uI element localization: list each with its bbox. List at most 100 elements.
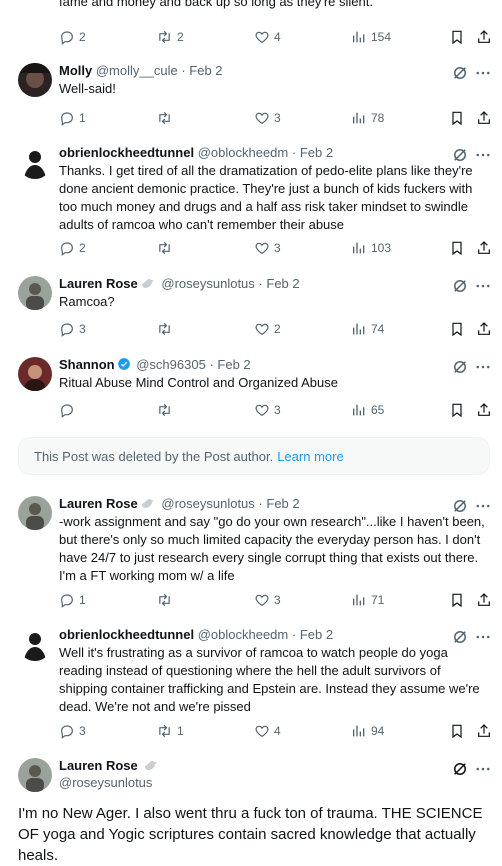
repost-button[interactable] [156, 319, 177, 339]
reply-button[interactable]: 3 [59, 319, 86, 339]
like-count: 4 [274, 30, 281, 44]
more-options-button[interactable] [474, 760, 492, 778]
author-handle[interactable]: @roseysunlotus [161, 496, 254, 511]
share-button[interactable] [476, 238, 496, 258]
heart-icon [255, 725, 269, 738]
reply-button[interactable]: 2 [59, 238, 86, 258]
post-actions: 2 3 103 [59, 238, 491, 258]
share-button[interactable] [476, 27, 496, 47]
repost-button[interactable] [156, 590, 177, 610]
learn-more-link[interactable]: Learn more [277, 449, 343, 464]
share-button[interactable] [476, 590, 496, 610]
author-name[interactable]: Shannon [59, 357, 115, 372]
views-button[interactable]: 103 [351, 238, 391, 258]
author-handle[interactable]: @oblockheedm [198, 145, 289, 160]
post-date[interactable]: Feb 2 [300, 627, 333, 642]
views-count: 103 [371, 241, 392, 255]
repost-button[interactable] [156, 108, 177, 128]
author-handle[interactable]: @oblockheedm [198, 627, 289, 642]
author-handle-line: @roseysunlotus [59, 775, 152, 791]
bookmark-button[interactable] [449, 319, 469, 339]
separator-dot: · [291, 627, 297, 642]
views-button[interactable]: 74 [351, 319, 384, 339]
post-text: Thanks. I get tired of all the dramatiza… [59, 163, 473, 232]
repost-button[interactable] [156, 400, 177, 420]
repost-button[interactable]: 1 [156, 721, 184, 741]
bookmark-button[interactable] [449, 400, 469, 420]
avatar[interactable] [18, 63, 52, 97]
views-button[interactable]: 78 [351, 108, 384, 128]
bookmark-button[interactable] [449, 238, 469, 258]
post-text: -work assignment and say "go do your own… [59, 514, 485, 583]
post-date[interactable]: Feb 2 [217, 357, 250, 372]
share-icon [478, 322, 490, 335]
like-button[interactable]: 4 [254, 27, 281, 47]
views-button[interactable]: 71 [351, 590, 384, 610]
author-name[interactable]: obrienlockheedtunnel [59, 145, 194, 160]
views-button[interactable]: 94 [351, 721, 384, 741]
post-text: Well it's frustrating as a survivor of r… [59, 645, 480, 714]
bookmark-button[interactable] [449, 108, 469, 128]
like-button[interactable]: 2 [254, 319, 281, 339]
share-button[interactable] [476, 400, 496, 420]
views-button[interactable]: 154 [351, 27, 391, 47]
share-button[interactable] [476, 319, 496, 339]
deleted-post-notice: This Post was deleted by the Post author… [18, 437, 490, 475]
reply-icon [61, 242, 73, 256]
post-date[interactable]: Feb 2 [266, 276, 299, 291]
share-button[interactable] [476, 108, 496, 128]
bookmark-button[interactable] [449, 721, 469, 741]
reply-button[interactable] [59, 400, 79, 420]
author-handle[interactable]: @roseysunlotus [161, 276, 254, 291]
like-count: 3 [274, 593, 281, 607]
separator-dot: · [181, 63, 186, 78]
avatar[interactable] [18, 145, 52, 179]
like-button[interactable]: 3 [254, 590, 281, 610]
avatar[interactable] [18, 276, 52, 310]
reply-button[interactable]: 1 [59, 108, 86, 128]
share-icon [478, 724, 490, 737]
author-name[interactable]: Lauren Rose [59, 758, 138, 773]
reply-icon [61, 725, 73, 739]
avatar[interactable] [18, 496, 52, 530]
repost-button[interactable] [156, 238, 177, 258]
avatar[interactable] [18, 357, 52, 391]
main-post-text: I'm no New Ager. I also went thru a fuck… [18, 805, 483, 864]
avatar[interactable] [18, 627, 52, 661]
author-name[interactable]: Lauren Rose [59, 496, 138, 511]
avatar[interactable] [18, 758, 52, 792]
reply-button[interactable]: 3 [59, 721, 86, 741]
share-icon [478, 30, 490, 43]
like-button[interactable]: 4 [254, 721, 281, 741]
bookmark-button[interactable] [449, 27, 469, 47]
reply-button[interactable]: 2 [59, 27, 86, 47]
post-date[interactable]: Feb 2 [266, 496, 299, 511]
previous-post-text-fragment: fame and money and back up so long as th… [59, 0, 373, 9]
separator-dot: · [209, 357, 214, 372]
author-handle[interactable]: @roseysunlotus [59, 775, 152, 790]
like-button[interactable]: 3 [254, 400, 281, 420]
like-button[interactable]: 3 [254, 238, 281, 258]
author-name[interactable]: Lauren Rose [59, 276, 138, 291]
share-icon [478, 241, 490, 254]
author-handle[interactable]: @sch96305 [136, 357, 206, 372]
grok-button[interactable] [451, 760, 469, 778]
bookmark-button[interactable] [449, 590, 469, 610]
bookmark-icon [452, 724, 462, 739]
author-name[interactable]: Molly [59, 63, 92, 78]
repost-icon [159, 323, 170, 335]
post-date[interactable]: Feb 2 [189, 63, 222, 78]
reply-button[interactable]: 1 [59, 590, 86, 610]
like-button[interactable]: 3 [254, 108, 281, 128]
repost-button[interactable]: 2 [156, 27, 184, 47]
author-name[interactable]: obrienlockheedtunnel [59, 627, 194, 642]
bookmark-icon [452, 593, 462, 608]
author-handle[interactable]: @molly__cule [96, 63, 178, 78]
share-button[interactable] [476, 721, 496, 741]
post-actions: 3 65 [59, 400, 491, 420]
dove-emoji-icon [145, 761, 158, 770]
views-button[interactable]: 65 [351, 400, 384, 420]
repost-icon [159, 594, 170, 606]
reply-icon [61, 323, 73, 337]
post-date[interactable]: Feb 2 [300, 145, 333, 160]
